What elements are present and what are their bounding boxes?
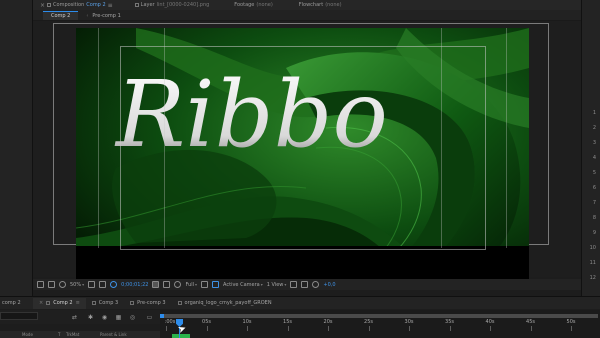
ruler-tick-label: 30s xyxy=(404,319,414,325)
ruler-tick xyxy=(571,326,572,331)
chevron-down-icon: ▾ xyxy=(260,282,263,287)
grid-guides-icon[interactable] xyxy=(88,281,96,288)
ruler-tick xyxy=(409,326,410,331)
flowchart-icon[interactable] xyxy=(301,281,309,288)
lock-icon[interactable] xyxy=(134,3,139,7)
flowchart-panel-label[interactable]: Flowchart (none) xyxy=(299,2,342,8)
ruler-tick xyxy=(328,326,329,331)
chevron-down-icon: ▾ xyxy=(284,282,287,287)
comp-swatch-icon xyxy=(91,301,96,305)
chevron-down-icon: ▾ xyxy=(195,282,198,287)
exposure-value[interactable]: +0,0 xyxy=(323,282,335,288)
ruler-tick xyxy=(287,326,289,331)
composition-name: Comp 2 xyxy=(86,2,106,8)
ruler-tick-label: 25s xyxy=(364,319,373,325)
snapshot-camera-icon[interactable] xyxy=(152,281,160,288)
camera-view-dropdown[interactable]: Active Camera ▾ xyxy=(223,282,263,288)
refresh-icon[interactable] xyxy=(110,281,118,288)
timeline-tab-comp-2[interactable]: × Comp 2 ≡ xyxy=(33,297,86,309)
composition-tabs: Comp 2 ‹ Pre-comp 1 xyxy=(33,10,581,21)
tab-pre-comp-1[interactable]: ‹ Pre-comp 1 xyxy=(78,11,128,20)
fast-previews-icon[interactable] xyxy=(212,281,220,288)
region-icon[interactable] xyxy=(201,281,209,288)
timeline-tab-organiq-logo[interactable]: organiq_logo_cmyk_payoff_GROEN xyxy=(172,298,278,309)
mask-visibility-icon[interactable] xyxy=(59,281,66,288)
transparency-grid-icon[interactable] xyxy=(99,281,107,288)
timeline-left-tab[interactable]: comp 2 xyxy=(0,298,33,309)
ruler-tick xyxy=(530,326,532,331)
show-snapshot-icon[interactable] xyxy=(163,281,171,288)
guide-line xyxy=(441,28,442,248)
composition-panel-label[interactable]: × Composition Comp 2 ≡ xyxy=(40,2,113,9)
ruler-tick-label: 50s xyxy=(566,319,576,325)
guide-line xyxy=(98,28,99,248)
timeline-tab-bar: comp 2 × Comp 2 ≡ Comp 3 Pre-comp 3 orga… xyxy=(0,296,600,309)
ruler-tick-label: 15s xyxy=(283,319,292,325)
shy-layers-icon[interactable]: ◉ xyxy=(101,314,108,321)
viewer-panel-header: × Composition Comp 2 ≡ Layer lint_[0000-… xyxy=(33,0,581,10)
resolution-dropdown[interactable]: Full ▾ xyxy=(185,282,197,288)
toggle-pixel-aspect-icon[interactable] xyxy=(290,281,298,288)
ruler-tick-label: 05s xyxy=(202,319,211,325)
ruler-tick-label: 45s xyxy=(526,319,535,325)
work-area-start-handle[interactable] xyxy=(160,314,164,318)
work-area-bar[interactable] xyxy=(162,314,598,318)
ruler-tick xyxy=(247,326,248,331)
ruler-tick-label: :00s xyxy=(164,319,176,325)
draft-3d-icon[interactable]: ✱ xyxy=(87,314,94,321)
close-icon[interactable]: × xyxy=(40,2,45,9)
ruler-tick-label: 35s xyxy=(445,319,454,325)
reset-exposure-icon[interactable] xyxy=(312,281,320,288)
graph-editor-icon[interactable]: ▭ xyxy=(146,314,153,321)
comp-swatch-icon xyxy=(177,301,182,305)
view-layout-dropdown[interactable]: 1 View ▾ xyxy=(267,282,287,288)
ruler-tick xyxy=(166,326,167,331)
ruler-tick-label: 20s xyxy=(323,319,333,325)
ruler-tick xyxy=(449,326,451,331)
tools-strip: 1 2 3 4 5 6 7 8 9 10 11 12 xyxy=(581,0,600,296)
color-channels-icon[interactable] xyxy=(174,281,182,288)
composition-canvas[interactable]: Ribbo xyxy=(76,28,529,282)
layer-column-header: Mode T TrkMat Parent & Link xyxy=(0,331,160,338)
guide-line xyxy=(506,28,507,248)
ruler-tick xyxy=(206,326,208,331)
composition-viewer[interactable]: Ribbo xyxy=(33,21,581,282)
ruler-tick xyxy=(490,326,491,331)
panel-menu-icon[interactable]: ≡ xyxy=(76,300,80,306)
always-preview-icon[interactable] xyxy=(37,281,44,288)
comp-swatch-icon xyxy=(130,301,135,305)
green-ribbons-artwork: Ribbo xyxy=(76,28,529,282)
timeline-tab-comp-3[interactable]: Comp 3 xyxy=(86,298,124,309)
ruler-tick xyxy=(368,326,370,331)
viewer-toolbar: 50% ▾ 0;00;01;22 Full ▾ Active Camera ▾ 1 V… xyxy=(33,279,581,290)
layer-panel-label[interactable]: Layer lint_[0000-0240].png xyxy=(134,2,209,8)
ruler-tick-label: 10s xyxy=(242,319,252,325)
timeline-ruler[interactable]: :00s 05s 10s 15s 20s 25s 30s 35s 40s 45s 50s ➤ xyxy=(160,310,600,338)
ruler-tick-label: 40s xyxy=(485,319,495,325)
guide-line xyxy=(164,28,165,248)
magnification-dropdown[interactable]: 50% ▾ xyxy=(70,282,84,288)
region-of-interest-icon[interactable] xyxy=(48,281,55,288)
frame-blending-icon[interactable]: ▦ xyxy=(115,314,122,321)
timeline-toolbar: ⇄ ✱ ◉ ▦ ◎ ▭ xyxy=(0,310,160,324)
layer-search-input[interactable] xyxy=(0,312,38,320)
chevron-down-icon: ▾ xyxy=(82,282,85,287)
comp-mini-flowchart-icon[interactable]: ⇄ xyxy=(71,314,78,321)
close-icon[interactable]: × xyxy=(39,300,43,306)
panel-menu-icon[interactable]: ≡ xyxy=(108,2,113,9)
comp-swatch-icon xyxy=(46,301,51,305)
motion-blur-icon[interactable]: ◎ xyxy=(129,314,136,321)
breadcrumb-arrow-icon: ‹ xyxy=(86,12,89,19)
footage-panel-label[interactable]: Footage (none) xyxy=(234,2,272,8)
tab-comp-2[interactable]: Comp 2 xyxy=(43,11,79,20)
comp-title-text: Ribbo xyxy=(114,61,388,168)
lock-icon[interactable] xyxy=(47,3,52,7)
current-time-display[interactable]: 0;00;01;22 xyxy=(121,282,148,288)
project-panel-strip xyxy=(0,0,33,296)
timeline-tab-pre-comp-3[interactable]: Pre-comp 3 xyxy=(124,298,171,309)
